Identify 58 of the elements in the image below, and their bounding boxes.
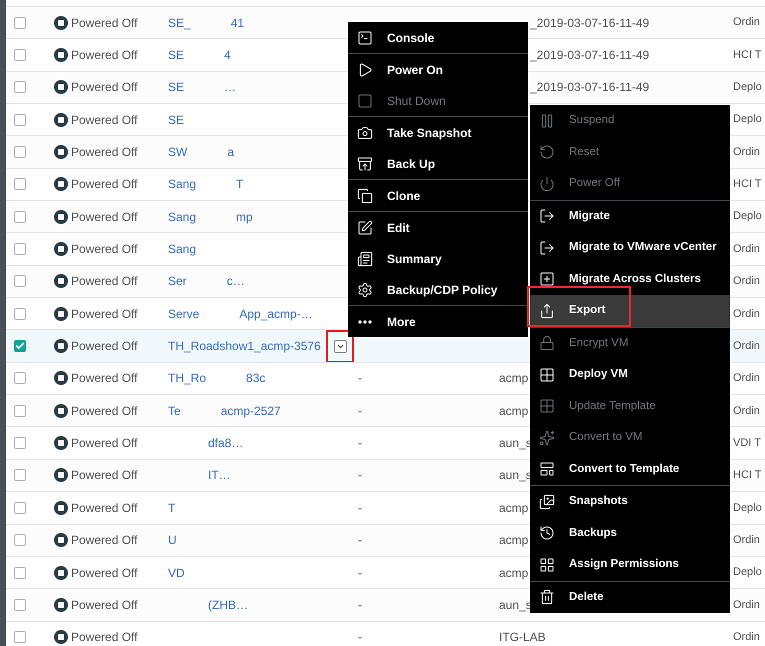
status-text: Powered Off: [71, 500, 138, 517]
table-cell: Ordin: [733, 275, 760, 288]
table-cell: Deplo: [733, 210, 762, 222]
status-text: Powered Off: [71, 306, 138, 323]
table-cell: Deplo: [733, 113, 762, 126]
table-cell: acmp: [499, 566, 528, 580]
status-text: Powered Off: [71, 564, 138, 582]
status-text: Powered Off: [71, 370, 138, 388]
status-text: Powered Off: [71, 112, 138, 129]
table-cell: Ordin: [733, 630, 760, 643]
table-cell: VDI T: [733, 436, 761, 449]
table-cell: Ordin: [733, 340, 760, 352]
table-cell: Ordin: [733, 372, 760, 384]
table-cell: Deplo: [733, 81, 762, 94]
table-cell: -: [358, 468, 362, 482]
table-cell: Deplo: [733, 566, 762, 578]
table-cell: Ordin: [733, 308, 760, 320]
status-text: Powered Off: [71, 79, 138, 96]
status-text: Powered Off: [71, 144, 138, 162]
table-cell: -: [358, 436, 362, 450]
table-cell: -: [358, 500, 362, 515]
status-text: Powered Off: [71, 435, 138, 452]
table-cell: -: [358, 598, 362, 612]
status-text: Powered Off: [71, 338, 138, 356]
table-cell: -: [358, 371, 362, 386]
status-text: Powered Off: [71, 532, 138, 550]
status-text: Powered Off: [71, 47, 138, 64]
table-cell: -: [358, 566, 362, 580]
table-cell: acmp: [499, 371, 528, 386]
table-cell: Ordin: [733, 534, 760, 546]
table-cell: Ordin: [733, 16, 760, 28]
status-text: Powered Off: [71, 467, 138, 484]
table-cell: -: [358, 533, 362, 548]
status-text: Powered Off: [71, 176, 138, 194]
table-cell: ITG-LAB: [499, 630, 546, 644]
table-cell: _2019-03-07-16-11-49: [530, 16, 650, 30]
table-cell: HCI T: [733, 48, 762, 61]
table-cell: acmp: [499, 533, 528, 548]
table-cell: Ordin: [733, 242, 760, 255]
table-cell: Ordin: [733, 404, 760, 417]
table-cell: HCI T: [733, 178, 762, 190]
table-cell: -: [358, 630, 362, 644]
table-cell: Ordin: [733, 598, 760, 611]
status-text: Powered Off: [71, 208, 138, 226]
table-cell: HCI T: [733, 469, 762, 482]
table-cell: _2019-03-07-16-11-49: [530, 80, 650, 94]
table-cell: Deplo: [733, 502, 762, 514]
status-text: Powered Off: [71, 402, 138, 420]
status-text: Powered Off: [71, 241, 138, 258]
table-cell: acmp: [499, 404, 528, 418]
status-text: Powered Off: [71, 596, 138, 614]
table-cell: -: [358, 404, 362, 418]
status-text: Powered Off: [71, 629, 138, 646]
table-cell: _2019-03-07-16-11-49: [530, 48, 650, 62]
table-cell: acmp: [499, 500, 528, 515]
table-cell: Ordin: [733, 146, 760, 158]
status-text: Powered Off: [71, 273, 138, 290]
status-text: Powered Off: [71, 14, 138, 32]
